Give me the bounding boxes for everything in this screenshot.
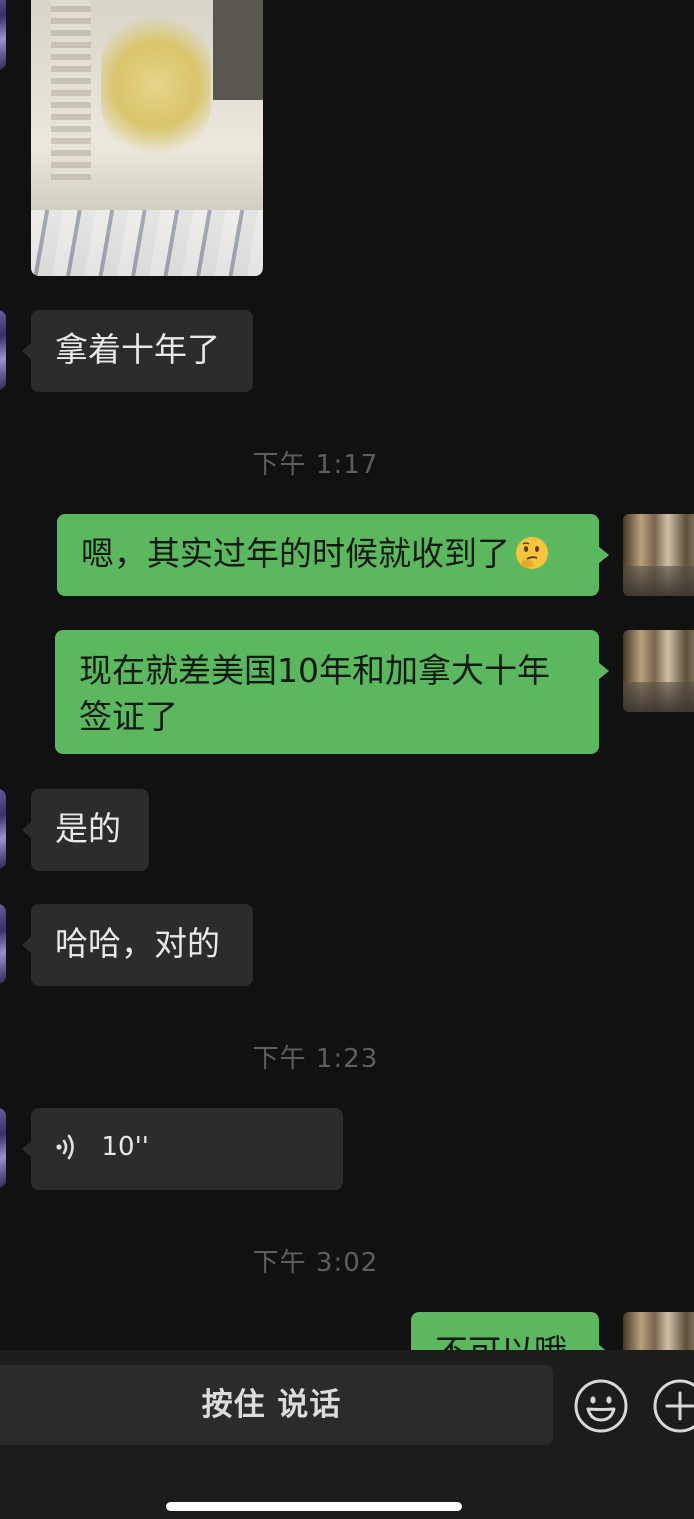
image-message[interactable]: [31, 0, 263, 276]
message-text: 是的: [55, 809, 121, 848]
my-avatar[interactable]: [623, 1312, 694, 1350]
message-text: 不可以哦: [435, 1332, 567, 1350]
plus-icon[interactable]: [652, 1378, 694, 1434]
image-detail: [31, 210, 263, 276]
hold-to-talk-button[interactable]: 按住 说话: [0, 1365, 553, 1445]
message-bubble-outgoing[interactable]: 嗯，其实过年的时候就收到了: [57, 514, 609, 596]
message-bubble-incoming[interactable]: 是的: [22, 789, 149, 871]
voice-duration: 10'': [101, 1131, 149, 1162]
message-bubble-incoming[interactable]: 拿着十年了: [22, 310, 253, 392]
message-bubble-outgoing[interactable]: 现在就差美国10年和加拿大十年签证了: [55, 630, 609, 754]
timestamp: 下午 1:17: [252, 450, 379, 480]
smiley-icon[interactable]: [573, 1378, 629, 1434]
message-text: 现在就差美国10年和加拿大十年签证了: [79, 651, 550, 736]
contact-avatar[interactable]: [0, 789, 6, 869]
input-bar: 按住 说话: [0, 1350, 694, 1519]
message-text: 哈哈，对的: [55, 924, 220, 963]
contact-avatar[interactable]: [0, 0, 6, 70]
my-avatar[interactable]: [623, 630, 694, 712]
message-text: 拿着十年了: [55, 330, 220, 369]
contact-avatar[interactable]: [0, 310, 6, 390]
message-bubble-incoming[interactable]: 哈哈，对的: [22, 904, 253, 986]
message-text: 嗯，其实过年的时候就收到了: [81, 534, 510, 573]
contact-avatar[interactable]: [0, 904, 6, 984]
image-detail: [51, 0, 91, 180]
timestamp: 下午 1:23: [252, 1044, 379, 1074]
voice-message[interactable]: 10'': [22, 1108, 343, 1190]
contact-avatar[interactable]: [0, 1108, 6, 1188]
image-detail: [101, 10, 211, 160]
thinking-face-icon: [516, 537, 548, 569]
my-avatar[interactable]: [623, 514, 694, 596]
image-detail: [213, 0, 263, 100]
timestamp: 下午 3:02: [252, 1248, 379, 1278]
voice-wave-icon: [56, 1134, 74, 1159]
chat-history[interactable]: 拿着十年了 下午 1:17 嗯，其实过年的时候就收到了 现在就差美国10年和加拿…: [0, 0, 694, 1350]
message-bubble-outgoing[interactable]: 不可以哦: [411, 1312, 609, 1350]
home-indicator[interactable]: [166, 1502, 462, 1511]
